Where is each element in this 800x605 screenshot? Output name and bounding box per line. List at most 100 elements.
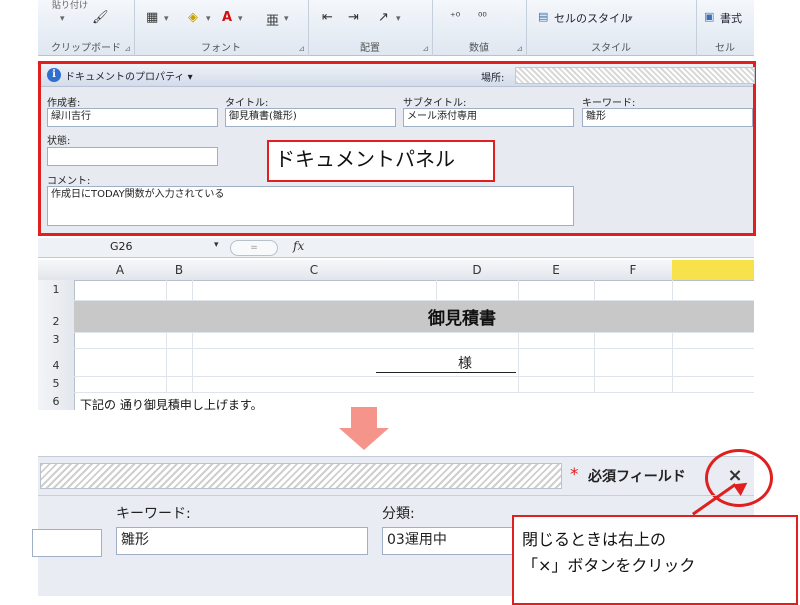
column-header-a[interactable]: A (74, 260, 167, 281)
cells-group: ▣ 書式 セル (696, 0, 754, 56)
gridline (192, 280, 193, 300)
formula-bar: G26 ▾ = fx (38, 238, 754, 258)
comments-field[interactable]: 作成日にTODAY関数が入力されている (47, 186, 574, 226)
subject-label: サブタイトル: (403, 98, 467, 109)
row-header-3[interactable]: 3 (38, 332, 75, 349)
author-field[interactable]: 緑川吉行 (47, 108, 218, 127)
keywords-field-zoom[interactable]: 雛形 (116, 527, 368, 555)
zoomed-panel-detail: * 必須フィールド × キーワード: 雛形 分類: 03運用中 閉じるときは右上… (32, 449, 798, 605)
clipboard-launcher-icon[interactable]: ⊿ (124, 44, 131, 53)
font-color-dropdown-icon[interactable]: ▾ (238, 14, 243, 24)
recipient-underline (376, 372, 516, 373)
clipboard-group-label: クリップボード (51, 43, 121, 54)
gridline (518, 332, 519, 392)
panel-title-text: ドキュメントのプロパティ (65, 72, 185, 83)
phonetic-icon[interactable]: 亜 (266, 10, 279, 29)
font-launcher-icon[interactable]: ⊿ (298, 44, 305, 53)
intro-text-cell[interactable]: 下記の 通り御見積申し上げます。 (80, 396, 263, 410)
alignment-group-label: 配置 (360, 43, 380, 54)
category-field[interactable]: 03運用中 (382, 527, 528, 555)
font-group: ▦ ▾ ◈ ▾ A ▾ 亜 ▾ フォント ⊿ (134, 0, 309, 56)
row-header-4[interactable]: 4 (38, 348, 75, 377)
category-label: 分類: (382, 506, 415, 522)
column-header-f[interactable]: F (594, 260, 673, 281)
gridline (74, 376, 754, 377)
paste-label: 貼り付け (52, 1, 89, 11)
status-field[interactable] (47, 147, 218, 166)
gridline (672, 280, 673, 300)
number-group: ⁺⁰ ⁰⁰ 数値 ⊿ (432, 0, 527, 56)
name-box-dropdown-icon[interactable]: ▾ (214, 240, 219, 250)
style-group: ▤ セルのスタイル ▾ スタイル (526, 0, 697, 56)
font-group-label: フォント (201, 43, 241, 54)
column-header-c[interactable]: C (192, 260, 437, 281)
author-label: 作成者: (47, 98, 81, 109)
keywords-field[interactable]: 雛形 (582, 108, 753, 127)
estimate-title-cell[interactable]: 御見積書 (428, 304, 496, 329)
required-star-icon: * (570, 465, 579, 485)
cell-style-icon[interactable]: ▤ (538, 10, 548, 23)
gridline (192, 332, 193, 392)
location-label: 場所: (481, 73, 505, 84)
formula-cancel-enter[interactable]: = (230, 240, 278, 256)
style-group-label: スタイル (591, 43, 631, 54)
keywords-label: キーワード: (582, 98, 636, 109)
increase-indent-icon[interactable]: ⇥ (348, 10, 359, 25)
down-arrow-head (339, 428, 389, 450)
honorific-cell[interactable]: 様 (458, 353, 472, 373)
cell-style-button[interactable]: セルのスタイル (554, 10, 631, 26)
decrease-decimal-icon[interactable]: ⁰⁰ (478, 10, 487, 23)
location-path-blurred (40, 463, 562, 489)
alignment-launcher-icon[interactable]: ⊿ (422, 44, 429, 53)
format-painter-icon[interactable]: 🖌 (92, 10, 109, 25)
close-instruction-callout: 閉じるときは右上の 「×」ボタンをクリック (512, 515, 798, 605)
gridline (74, 300, 754, 301)
column-header-e[interactable]: E (518, 260, 595, 281)
cell-style-dropdown-icon[interactable]: ▾ (628, 14, 633, 24)
increase-decimal-icon[interactable]: ⁺⁰ (450, 10, 460, 23)
subject-field[interactable]: メール添付専用 (403, 108, 574, 127)
column-header-d[interactable]: D (436, 260, 519, 281)
gridline (594, 280, 595, 300)
format-icon[interactable]: ▣ (704, 10, 714, 23)
phonetic-dropdown-icon[interactable]: ▾ (284, 14, 289, 24)
gridline (74, 348, 754, 349)
insert-function-icon[interactable]: fx (293, 239, 304, 253)
font-color-icon[interactable]: A (222, 10, 232, 25)
name-box[interactable]: G26 (110, 240, 133, 253)
gridline (672, 332, 673, 392)
location-path-blurred (515, 67, 755, 84)
select-all-corner[interactable] (38, 260, 75, 281)
title-row-band (74, 300, 754, 332)
border-icon[interactable]: ▦ (146, 10, 158, 25)
panel-header: i ドキュメントのプロパティ ▾ 場所: (41, 64, 755, 87)
row-header-5[interactable]: 5 (38, 376, 75, 393)
gridline (436, 280, 437, 300)
panel-title-dropdown[interactable]: ドキュメントのプロパティ ▾ (65, 68, 193, 83)
partial-field[interactable] (32, 529, 102, 557)
column-header-b[interactable]: B (166, 260, 193, 281)
row-header-6[interactable]: 6 (38, 392, 75, 410)
title-field[interactable]: 御見積書(雛形) (225, 108, 396, 127)
decrease-indent-icon[interactable]: ⇤ (322, 10, 333, 25)
comments-label: コメント: (47, 176, 91, 187)
fill-color-icon[interactable]: ◈ (188, 10, 198, 25)
cells-group-label: セル (715, 43, 735, 54)
info-icon: i (47, 68, 61, 82)
orientation-dropdown-icon[interactable]: ▾ (396, 14, 401, 24)
row-header-2[interactable]: 2 (38, 300, 75, 333)
column-header-g[interactable] (672, 260, 754, 281)
document-panel-callout: ドキュメントパネル (267, 140, 495, 182)
format-button[interactable]: 書式 (720, 10, 742, 26)
border-dropdown-icon[interactable]: ▾ (164, 14, 169, 24)
number-group-label: 数値 (469, 43, 489, 54)
down-arrow-icon (351, 407, 377, 429)
paste-dropdown-icon[interactable]: ▾ (60, 14, 65, 24)
number-launcher-icon[interactable]: ⊿ (516, 44, 523, 53)
gridline (518, 280, 519, 300)
fill-dropdown-icon[interactable]: ▾ (206, 14, 211, 24)
orientation-icon[interactable]: ↗ (378, 10, 389, 25)
spreadsheet-grid: A B C D E F 1 2 3 4 5 6 御見積書 様 下記の 通り御見積… (38, 260, 754, 410)
document-properties-panel: i ドキュメントのプロパティ ▾ 場所: 作成者: 緑川吉行 タイトル: 御見積… (38, 61, 756, 236)
row-header-1[interactable]: 1 (38, 280, 75, 301)
